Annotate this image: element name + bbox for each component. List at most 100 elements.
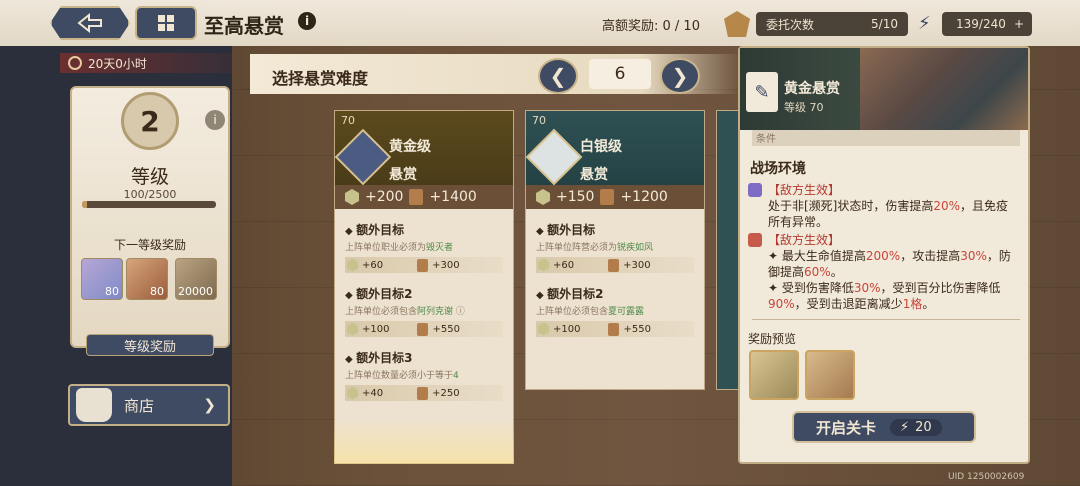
objective-scroll: +300 bbox=[432, 259, 460, 271]
objective-scroll: +550 bbox=[432, 323, 460, 335]
gem-icon bbox=[345, 189, 359, 205]
effect-value: 60% bbox=[804, 265, 831, 279]
scroll-icon bbox=[608, 322, 620, 336]
characters-artwork bbox=[860, 48, 1028, 130]
reward-preview-scroll[interactable] bbox=[805, 350, 855, 400]
effect-text: ，攻击提高 bbox=[900, 249, 961, 263]
divider bbox=[752, 319, 1020, 320]
chevron-right-icon: ❯ bbox=[203, 396, 216, 414]
effect-text: ，受到百分比伤害降低 bbox=[880, 281, 1001, 295]
reward-star-crystal[interactable]: 80 bbox=[81, 258, 123, 300]
objective-gem: +60 bbox=[553, 259, 575, 271]
clock-icon bbox=[68, 56, 82, 70]
level-label: 等级 bbox=[130, 166, 169, 188]
effect-value: 1格 bbox=[902, 297, 923, 311]
card-header: 70 黄金级 悬赏 bbox=[334, 111, 513, 186]
card-name-line2: 悬赏 bbox=[580, 167, 608, 183]
card-gem-reward: +150 bbox=[556, 189, 595, 205]
back-button[interactable] bbox=[50, 6, 130, 40]
card-level-tag: 70 bbox=[532, 114, 546, 127]
stamina-counter[interactable]: 139/240 + bbox=[942, 12, 1032, 36]
chevron-left-icon: ❮ bbox=[549, 64, 567, 88]
objective-gem: +60 bbox=[362, 259, 384, 271]
effect-text: ✦ 最大生命值提高 bbox=[768, 249, 866, 263]
info-icon[interactable]: i bbox=[298, 12, 316, 30]
level-info-icon[interactable]: i bbox=[205, 110, 225, 130]
gem-icon bbox=[538, 322, 549, 336]
card-name-line1: 白银级 bbox=[580, 139, 622, 155]
objective-reward: +100 +550 bbox=[345, 321, 503, 337]
objective-desc-text: 上阵单位阵营必须为 bbox=[536, 243, 618, 253]
objective-desc-highlight: 锐疾如风 bbox=[617, 243, 654, 253]
gear-buff-icon bbox=[748, 233, 762, 247]
objective-title: 额外目标3 bbox=[345, 349, 503, 366]
effect-value: 30% bbox=[853, 281, 881, 295]
objective-desc: 上阵单位阵营必须为锐疾如风 bbox=[536, 240, 694, 253]
objective-desc-text: 上阵单位数量必须小于等于 bbox=[345, 371, 454, 381]
bounty-card-silver[interactable]: 70 白银级悬赏 +150 +1200 额外目标 上阵单位阵营必须为锐疾如风 +… bbox=[525, 110, 705, 390]
next-level-reward-label: 下一等级奖励 bbox=[113, 238, 186, 252]
reward-count: 80 bbox=[105, 285, 119, 298]
objective-desc: 上阵单位必须包含夏可露露 bbox=[536, 304, 694, 317]
lightning-icon: ⚡ bbox=[900, 419, 910, 435]
scroll-icon bbox=[417, 258, 429, 272]
scroll-icon bbox=[409, 189, 424, 205]
detail-condition-strip: 条件 bbox=[752, 130, 1020, 146]
objective-desc: 上阵单位必须包含阿列克谢 ⓘ bbox=[345, 304, 503, 317]
high-reward-counter: 高额奖励: 0 / 10 bbox=[602, 19, 700, 34]
reward-card-ticket[interactable]: 80 bbox=[126, 258, 168, 300]
objective-title: 额外目标 bbox=[536, 221, 694, 238]
objective-reward: +60 +300 bbox=[345, 257, 503, 273]
card-gem-reward: +200 bbox=[365, 189, 404, 205]
objective-desc-highlight: 阿列克谢 bbox=[417, 307, 454, 317]
help-icon[interactable]: ⓘ bbox=[456, 307, 465, 317]
effect-value: 20% bbox=[933, 199, 961, 213]
level-badge: 2 bbox=[121, 92, 179, 150]
scroll-icon bbox=[417, 322, 429, 336]
difficulty-increase-button[interactable]: ❯ bbox=[660, 58, 700, 94]
effect-heading: 【敌方生效】 bbox=[768, 233, 841, 247]
stamina-plus-icon[interactable]: + bbox=[1014, 17, 1024, 31]
level-reward-button[interactable]: 等级奖励 bbox=[86, 334, 214, 356]
scroll-emblem-icon bbox=[525, 128, 583, 186]
reward-gold-coin[interactable]: 20000 bbox=[175, 258, 217, 300]
objective-scroll: +300 bbox=[623, 259, 651, 271]
reward-preview-gem[interactable] bbox=[749, 350, 799, 400]
scroll-emblem-icon bbox=[334, 128, 392, 186]
extra-objective: 额外目标2 上阵单位必须包含夏可露露 +100 +550 bbox=[536, 285, 694, 337]
home-button[interactable] bbox=[135, 6, 197, 40]
detail-level: 等级 70 bbox=[784, 101, 824, 114]
effect-text: ✦ 受到伤害降低 bbox=[768, 281, 854, 295]
card-name: 黄金级 悬赏 bbox=[389, 133, 431, 189]
stamina-cost-value: 20 bbox=[915, 419, 932, 435]
objective-gem: +100 bbox=[553, 323, 581, 335]
objective-reward: +40 +250 bbox=[345, 385, 503, 401]
start-stage-button[interactable]: 开启关卡 ⚡ 20 bbox=[792, 411, 976, 443]
difficulty-value: 6 bbox=[589, 59, 651, 89]
bounty-card-gold[interactable]: 70 黄金级悬赏 +200 +1400 额外目标 上阵单位职业必须为毁灭者 +6… bbox=[334, 110, 514, 464]
card-header: 70 白银级悬赏 bbox=[525, 111, 704, 186]
objective-title: 额外目标2 bbox=[536, 285, 694, 302]
objective-desc-highlight: 毁灭者 bbox=[426, 243, 454, 253]
reward-count: 20000 bbox=[178, 285, 213, 298]
level-progress-fill bbox=[82, 201, 88, 208]
chevron-right-icon: ❯ bbox=[671, 64, 689, 88]
environment-effect: 【敌方生效】 ✦ 最大生命值提高200%，攻击提高30%，防御提高60%。 ✦ … bbox=[748, 232, 1020, 312]
difficulty-decrease-button[interactable]: ❮ bbox=[538, 58, 578, 94]
reward-count: 80 bbox=[150, 285, 164, 298]
card-scroll-reward: +1200 bbox=[620, 189, 668, 205]
buff-icon bbox=[748, 183, 762, 197]
effect-text: 。 bbox=[830, 265, 843, 279]
effect-text: 处于非[濒死]状态时，伤害提高 bbox=[768, 199, 934, 213]
commission-label: 委托次数 bbox=[766, 17, 815, 32]
card-name-line2: 悬赏 bbox=[389, 167, 417, 183]
timer-text: 20天0小时 bbox=[88, 56, 147, 71]
bounty-card-next-partial[interactable] bbox=[716, 110, 740, 390]
home-grid-icon bbox=[158, 15, 174, 31]
objective-title: 额外目标2 bbox=[345, 285, 503, 302]
reward-preview-label: 奖励预览 bbox=[748, 332, 797, 346]
page-title: 至高悬赏 bbox=[204, 14, 284, 38]
commission-counter: 委托次数 5/10 bbox=[756, 12, 908, 36]
selected-glow bbox=[334, 420, 514, 464]
gem-icon bbox=[536, 189, 550, 205]
